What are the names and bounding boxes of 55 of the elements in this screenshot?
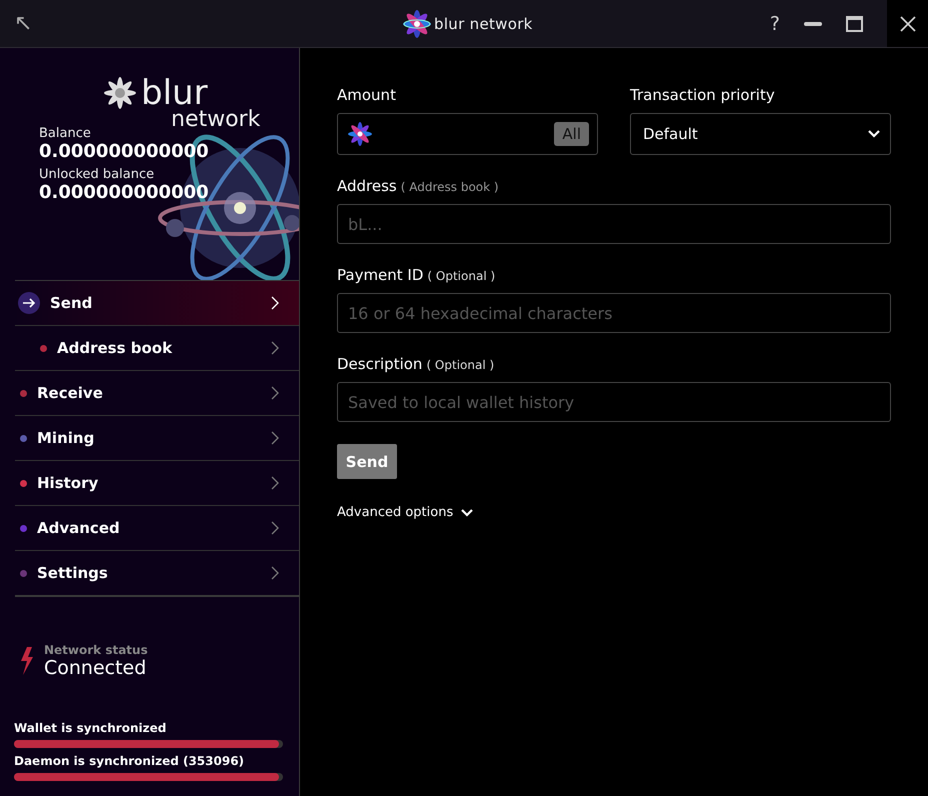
nav-label: Receive [37,384,104,402]
nav-item[interactable]: Receive [15,371,299,416]
nav-item[interactable]: History [15,461,299,506]
chevron-icon [271,566,279,580]
nav-item[interactable]: Send [15,281,299,326]
field-label: Description [337,355,422,373]
balance-label: Balance [39,126,92,141]
nav-item[interactable]: Advanced [15,506,299,551]
logo-text: blur [141,76,208,110]
address-book-link[interactable]: ( Address book ) [400,180,499,194]
send-button[interactable]: Send [337,444,397,479]
field-label: Payment ID [337,266,424,284]
chevron-icon [271,431,279,445]
coin-icon [348,121,372,147]
nav-label: Send [50,294,94,312]
nav-label: Settings [37,564,109,582]
app-logo-text: blur network [434,15,533,33]
sync-label: Daemon is synchronized (353096) [14,754,246,768]
back-button[interactable]: ↖ [14,11,32,36]
chevron-icon [271,296,279,310]
logo-text: network [171,108,260,132]
payment-id-field[interactable]: 16 or 64 hexadecimal characters [337,293,891,333]
chevron-icon [271,386,279,400]
chevron-down-icon [868,130,880,138]
chevron-icon [271,521,279,535]
field-label: Address [337,177,397,195]
chevron-icon [271,476,279,490]
nav-label: History [37,474,100,492]
field-label: Amount [337,86,397,104]
logo-icon [402,8,432,40]
field-label: Transaction priority [630,86,776,104]
optional-note: ( Optional ) [426,358,494,372]
close-icon[interactable] [900,16,916,32]
nav-label: Advanced [37,519,121,537]
chevron-down-icon [461,508,474,516]
maximize-icon[interactable] [846,16,863,32]
nav-item[interactable]: Mining [15,416,299,461]
advanced-options-toggle[interactable]: Advanced options [337,505,474,520]
priority-dropdown[interactable]: Default [630,113,891,155]
minimize-icon[interactable] [804,22,822,26]
nav-label: Address book [57,339,174,357]
logo-icon [103,76,137,110]
network-status-label: Network status [44,643,148,657]
nav-item[interactable]: Address book [15,326,299,371]
help-button[interactable]: ? [770,12,780,34]
nav-label: Mining [37,429,96,447]
sync-label: Wallet is synchronized [14,721,168,735]
address-field[interactable]: bL... [337,204,891,244]
optional-note: ( Optional ) [427,269,496,283]
chevron-icon [271,341,279,355]
nav-item[interactable]: Settings [15,551,299,595]
network-status-value: Connected [44,657,148,679]
lightning-icon [20,647,34,675]
description-field[interactable]: Saved to local wallet history [337,382,891,422]
unlocked-balance-label: Unlocked balance [39,167,156,182]
